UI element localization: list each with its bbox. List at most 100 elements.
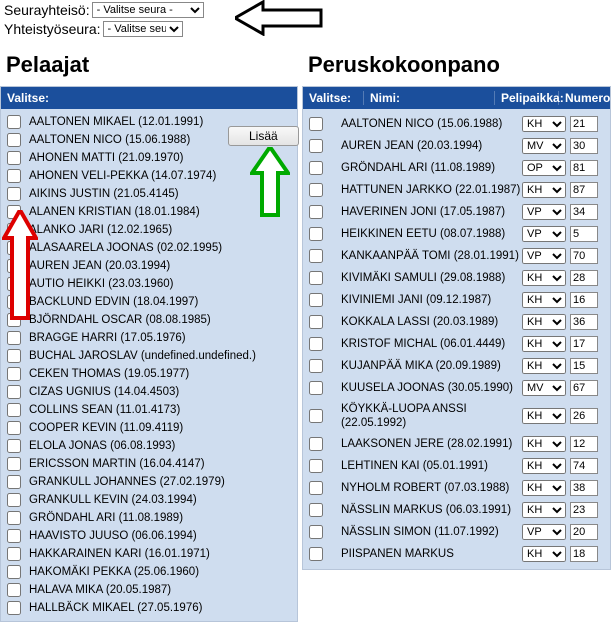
roster-checkbox[interactable] <box>309 337 323 351</box>
position-select[interactable]: KH <box>522 292 566 308</box>
player-checkbox[interactable] <box>7 583 21 597</box>
player-checkbox[interactable] <box>7 313 21 327</box>
number-input[interactable] <box>570 292 598 308</box>
player-checkbox[interactable] <box>7 349 21 363</box>
player-checkbox[interactable] <box>7 205 21 219</box>
player-row: HAKOMÄKI PEKKA (25.06.1960) <box>1 563 297 581</box>
position-select[interactable]: VP <box>522 248 566 264</box>
player-checkbox[interactable] <box>7 511 21 525</box>
number-input[interactable] <box>570 408 598 424</box>
roster-checkbox[interactable] <box>309 205 323 219</box>
player-checkbox[interactable] <box>7 331 21 345</box>
player-checkbox[interactable] <box>7 439 21 453</box>
roster-checkbox[interactable] <box>309 525 323 539</box>
yhteistyoseura-select[interactable]: - Valitse seura - <box>103 21 183 37</box>
roster-checkbox[interactable] <box>309 503 323 517</box>
number-input[interactable] <box>570 480 598 496</box>
player-name: HAAVISTO JUUSO (06.06.1994) <box>25 529 291 543</box>
add-button[interactable]: Lisää <box>228 126 299 146</box>
number-input[interactable] <box>570 314 598 330</box>
roster-checkbox[interactable] <box>309 459 323 473</box>
number-input[interactable] <box>570 204 598 220</box>
player-name: BUCHAL JAROSLAV (undefined.undefined.) <box>25 349 291 363</box>
player-name: BJÖRNDAHL OSCAR (08.08.1985) <box>25 313 291 327</box>
roster-checkbox[interactable] <box>309 227 323 241</box>
player-checkbox[interactable] <box>7 403 21 417</box>
roster-checkbox[interactable] <box>309 381 323 395</box>
player-checkbox[interactable] <box>7 133 21 147</box>
position-select[interactable]: KH <box>522 182 566 198</box>
roster-checkbox[interactable] <box>309 161 323 175</box>
position-select[interactable]: KH <box>522 358 566 374</box>
player-checkbox[interactable] <box>7 421 21 435</box>
position-select[interactable]: VP <box>522 226 566 242</box>
player-checkbox[interactable] <box>7 601 21 615</box>
number-input[interactable] <box>570 270 598 286</box>
position-select[interactable]: OP <box>522 160 566 176</box>
number-input[interactable] <box>570 138 598 154</box>
position-select[interactable]: VP <box>522 524 566 540</box>
player-checkbox[interactable] <box>7 565 21 579</box>
player-checkbox[interactable] <box>7 259 21 273</box>
player-name: HAKKARAINEN KARI (16.01.1971) <box>25 547 291 561</box>
position-select[interactable]: KH <box>522 270 566 286</box>
number-input[interactable] <box>570 248 598 264</box>
player-checkbox[interactable] <box>7 457 21 471</box>
number-input[interactable] <box>570 160 598 176</box>
player-checkbox[interactable] <box>7 493 21 507</box>
player-checkbox[interactable] <box>7 187 21 201</box>
roster-checkbox[interactable] <box>309 139 323 153</box>
player-checkbox[interactable] <box>7 151 21 165</box>
number-input[interactable] <box>570 380 598 396</box>
position-select[interactable]: VP <box>522 204 566 220</box>
roster-name: GRÖNDAHL ARI (11.08.1989) <box>337 161 522 175</box>
roster-checkbox[interactable] <box>309 359 323 373</box>
player-row: ERICSSON MARTIN (16.04.4147) <box>1 455 297 473</box>
roster-checkbox[interactable] <box>309 481 323 495</box>
seurayhteiso-label: Seurayhteisö: <box>4 2 90 18</box>
position-select[interactable]: KH <box>522 436 566 452</box>
player-checkbox[interactable] <box>7 277 21 291</box>
player-checkbox[interactable] <box>7 547 21 561</box>
roster-checkbox[interactable] <box>309 409 323 423</box>
player-checkbox[interactable] <box>7 295 21 309</box>
position-select[interactable]: KH <box>522 408 566 424</box>
roster-checkbox[interactable] <box>309 183 323 197</box>
position-select[interactable]: KH <box>522 480 566 496</box>
roster-checkbox[interactable] <box>309 293 323 307</box>
number-input[interactable] <box>570 546 598 562</box>
roster-checkbox[interactable] <box>309 249 323 263</box>
number-input[interactable] <box>570 182 598 198</box>
number-input[interactable] <box>570 358 598 374</box>
player-checkbox[interactable] <box>7 529 21 543</box>
number-input[interactable] <box>570 116 598 132</box>
player-checkbox[interactable] <box>7 367 21 381</box>
position-select[interactable]: MV <box>522 138 566 154</box>
player-checkbox[interactable] <box>7 475 21 489</box>
number-input[interactable] <box>570 524 598 540</box>
player-checkbox[interactable] <box>7 169 21 183</box>
number-input[interactable] <box>570 336 598 352</box>
roster-checkbox[interactable] <box>309 437 323 451</box>
roster-checkbox[interactable] <box>309 117 323 131</box>
position-select[interactable]: KH <box>522 116 566 132</box>
position-select[interactable]: KH <box>522 458 566 474</box>
position-select[interactable]: KH <box>522 314 566 330</box>
roster-checkbox[interactable] <box>309 271 323 285</box>
number-input[interactable] <box>570 436 598 452</box>
number-input[interactable] <box>570 502 598 518</box>
position-select[interactable]: KH <box>522 336 566 352</box>
player-name: CEKEN THOMAS (19.05.1977) <box>25 367 291 381</box>
position-select[interactable]: KH <box>522 546 566 562</box>
position-select[interactable]: MV <box>522 380 566 396</box>
roster-checkbox[interactable] <box>309 547 323 561</box>
seurayhteiso-select[interactable]: - Valitse seura - <box>92 2 204 18</box>
position-select[interactable]: KH <box>522 502 566 518</box>
player-checkbox[interactable] <box>7 223 21 237</box>
number-input[interactable] <box>570 226 598 242</box>
number-input[interactable] <box>570 458 598 474</box>
player-checkbox[interactable] <box>7 115 21 129</box>
player-checkbox[interactable] <box>7 241 21 255</box>
roster-checkbox[interactable] <box>309 315 323 329</box>
player-checkbox[interactable] <box>7 385 21 399</box>
